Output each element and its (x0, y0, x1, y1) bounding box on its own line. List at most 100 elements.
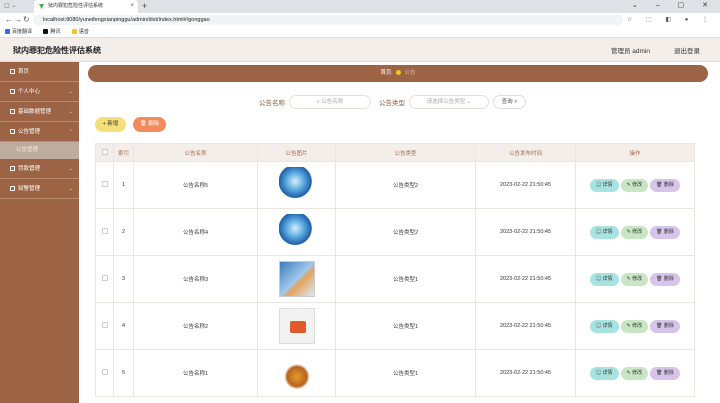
browser-chrome: ▢ ⌄ 狱内罪犯危险性评估系统 × + ⌄ – ▢ ✕ ← → ↻ localh… (0, 0, 720, 38)
notice-table: 索引 公告名称 公告图片 公告类型 公告发布时间 操作 1 公告名称5 公告类型… (95, 143, 695, 397)
cell-name: 公告名称2 (133, 302, 258, 350)
select-all-cell (95, 143, 114, 162)
delete-button[interactable]: 🗑 删除 (650, 319, 680, 333)
sidebar-item-fine[interactable]: 罚款管理 ⌄ (0, 159, 79, 179)
news-image (278, 355, 315, 391)
paper-icon-image (278, 308, 315, 344)
breadcrumb-separator-icon (395, 70, 401, 75)
col-name: 公告名称 (133, 143, 258, 162)
site-title: 狱内罪犯危险性评估系统 (13, 46, 101, 55)
detail-button[interactable]: ▤ 详情 (590, 272, 619, 286)
sidebar-item-home[interactable]: 首页 (0, 62, 79, 82)
sidebar-item-guard[interactable]: 狱警管理 ⌄ (0, 179, 79, 199)
query-button[interactable]: 查询 ⌕ (493, 95, 526, 109)
bookmarks-bar: 百度翻译 腾讯 语音 (0, 27, 720, 38)
row-checkbox[interactable] (101, 181, 108, 187)
new-tab-button[interactable]: + (142, 0, 147, 12)
row-checkbox[interactable] (101, 275, 108, 281)
chevron-down-icon: ⌄ (68, 89, 73, 95)
user-icon (10, 89, 15, 94)
row-checkbox[interactable] (101, 322, 108, 328)
chevron-down-icon: ⌄ (466, 99, 472, 105)
delete-button[interactable]: 🗑 删除 (650, 225, 680, 239)
table-header-row: 索引 公告名称 公告图片 公告类型 公告发布时间 操作 (95, 143, 695, 162)
cell-type: 公告类型1 (335, 302, 476, 350)
name-search-input[interactable]: ⌕ 公告名称 (289, 95, 371, 109)
batch-delete-button[interactable]: 🗑 删除 (133, 117, 166, 132)
chevron-down-icon: ⌄ (68, 109, 73, 115)
edit-button[interactable]: ✎ 修改 (620, 225, 649, 239)
chevron-up-icon: ⌃ (68, 129, 73, 135)
edit-button[interactable]: ✎ 修改 (620, 319, 649, 333)
search-icon: ⌕ (514, 99, 518, 105)
address-row: ← → ↻ localhost:8080/yuneifengxianpinggu… (0, 13, 720, 27)
bookmark-item[interactable]: 腾讯 (43, 27, 60, 37)
table-row: 2 公告名称4 公告类型2 2023-02-22 21:50:45 ▤ 详情 ✎ … (95, 208, 695, 256)
tab-strip: ▢ ⌄ 狱内罪犯危险性评估系统 × + ⌄ – ▢ ✕ (0, 0, 720, 13)
vue-favicon-icon (39, 4, 44, 9)
cell-index: 5 (113, 349, 134, 397)
search-bar: 公告名称 ⌕ 公告名称 公告类型 请选择公告类型 ⌄ 查询 ⌕ (79, 95, 720, 109)
select-all-checkbox[interactable] (101, 148, 108, 155)
detail-button[interactable]: ▤ 详情 (590, 319, 619, 333)
close-tab-icon[interactable]: × (130, 0, 134, 13)
breadcrumb-home[interactable]: 首页 (380, 70, 391, 76)
table-row: 1 公告名称5 公告类型2 2023-02-22 21:50:45 ▤ 详情 ✎ … (95, 161, 695, 209)
cell-type: 公告类型2 (335, 208, 476, 256)
cell-time: 2023-02-22 21:50:45 (475, 255, 576, 303)
edit-button[interactable]: ✎ 修改 (620, 272, 649, 286)
delete-button[interactable]: 🗑 删除 (650, 366, 680, 380)
guard-icon (10, 186, 15, 191)
sidebar-item-profile[interactable]: 个人中心 ⌄ (0, 82, 79, 102)
sidebar: 首页 个人中心 ⌄ 基础数据管理 ⌄ 公告管理 ⌃ 公告管理 罚款管理 ⌄ 狱警管理 ⌄ (0, 62, 79, 403)
bookmark-item[interactable]: 语音 (71, 27, 89, 37)
tab-title: 狱内罪犯危险性评估系统 (48, 3, 104, 9)
add-button[interactable]: + 新增 (95, 117, 126, 132)
logout-link[interactable]: 退出登录 (674, 45, 700, 55)
browser-tab[interactable]: 狱内罪犯危险性评估系统 × (34, 0, 138, 13)
delete-button[interactable]: 🗑 删除 (650, 272, 680, 286)
cell-time: 2023-02-22 21:50:45 (475, 161, 576, 209)
detail-button[interactable]: ▤ 详情 (590, 225, 619, 239)
current-user: 管理员 admin (610, 48, 650, 55)
breadcrumb: 首页 公告 (88, 65, 708, 82)
type-select[interactable]: 请选择公告类型 ⌄ (409, 95, 489, 109)
col-actions: 操作 (575, 143, 695, 162)
cell-index: 3 (113, 255, 134, 303)
back-icon[interactable]: ← (5, 15, 13, 25)
cell-type: 公告类型2 (335, 161, 476, 209)
type-label: 公告类型 (379, 100, 405, 107)
cell-index: 1 (113, 161, 134, 209)
fine-icon (10, 166, 15, 171)
col-type: 公告类型 (335, 143, 476, 162)
row-checkbox[interactable] (101, 369, 108, 375)
detail-button[interactable]: ▤ 详情 (590, 366, 619, 380)
cell-name: 公告名称1 (133, 349, 258, 397)
address-bar[interactable]: localhost:8080/yuneifengxianpinggu/admin… (33, 15, 623, 25)
database-icon (10, 109, 15, 114)
edit-button[interactable]: ✎ 修改 (620, 366, 649, 380)
forward-icon[interactable]: → (14, 15, 22, 25)
globe-image (278, 214, 315, 250)
tab-search-icon[interactable]: ▢ ⌄ (4, 2, 16, 9)
cell-time: 2023-02-22 21:50:45 (475, 349, 576, 397)
chevron-down-icon: ⌄ (68, 166, 73, 172)
cell-time: 2023-02-22 21:50:45 (475, 208, 576, 256)
sidebar-item-notice[interactable]: 公告管理 ⌃ (0, 122, 79, 142)
delete-button[interactable]: 🗑 删除 (650, 178, 680, 192)
bookmark-item[interactable]: 百度翻译 (5, 27, 32, 37)
app-header: 狱内罪犯危险性评估系统 管理员 admin 退出登录 (0, 38, 720, 62)
sidebar-item-base-data[interactable]: 基础数据管理 ⌄ (0, 102, 79, 122)
toolbar-icons[interactable]: ☆ ⬚ ◧ ● ⋮ (627, 15, 714, 25)
name-label: 公告名称 (259, 100, 285, 107)
home-icon (10, 69, 15, 74)
notice-icon (10, 129, 15, 134)
cell-type: 公告类型1 (335, 349, 476, 397)
window-controls[interactable]: ⌄ – ▢ ✕ (632, 0, 716, 12)
reload-icon[interactable]: ↻ (23, 15, 30, 25)
row-checkbox[interactable] (101, 228, 108, 234)
sidebar-subitem-notice-manage[interactable]: 公告管理 (0, 142, 79, 159)
edit-button[interactable]: ✎ 修改 (620, 178, 649, 192)
cell-name: 公告名称4 (133, 208, 258, 256)
detail-button[interactable]: ▤ 详情 (590, 178, 619, 192)
